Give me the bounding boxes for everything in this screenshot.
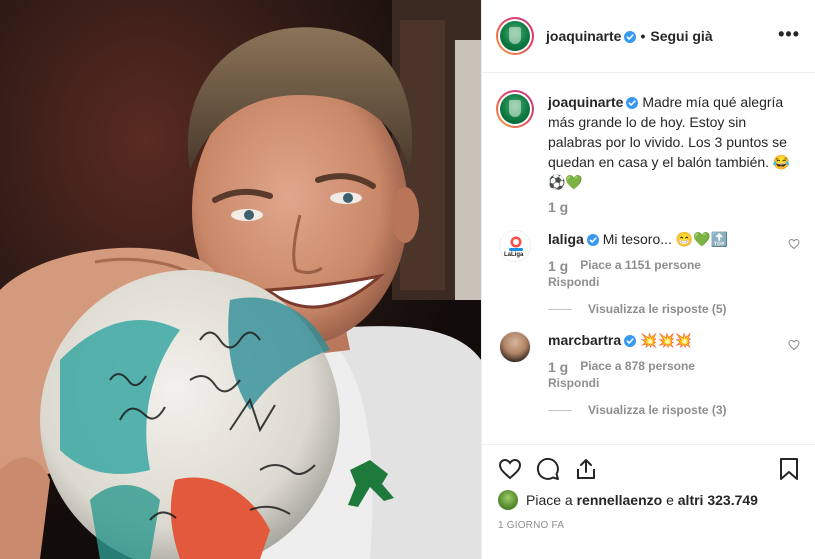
caption-text: joaquinarte Madre mía qué alegría más gr… [548, 92, 798, 192]
like-icon[interactable] [498, 457, 522, 481]
comment-item: LaLiga laliga Mi tesoro... 😁💚🔝 1 g Piace… [496, 230, 800, 316]
header-separator: • [640, 28, 646, 44]
author-username[interactable]: joaquinarte [546, 28, 637, 44]
save-bookmark-icon[interactable] [778, 457, 800, 481]
post-date[interactable]: 1 GIORNO FA [498, 520, 800, 531]
comment-body: marcbartra 💥💥💥 1 g Piace a 878 persone R… [548, 331, 768, 417]
likes-mid: e [666, 492, 674, 508]
laliga-avatar[interactable]: LaLiga [499, 230, 531, 262]
reply-button[interactable]: Rispondi [548, 376, 768, 390]
caption-username[interactable]: joaquinarte [548, 94, 623, 110]
view-replies-button[interactable]: Visualizza le risposte (3) [548, 403, 768, 417]
comment-text: marcbartra 💥💥💥 [548, 331, 768, 349]
marcbartra-avatar[interactable] [499, 331, 531, 363]
liker-avatar[interactable] [498, 490, 518, 510]
selfie-with-ball-image [0, 0, 481, 559]
comment-content: 💥💥💥 [640, 332, 693, 348]
comment-username[interactable]: marcbartra [548, 332, 621, 348]
laliga-avatar-label: LaLiga [504, 252, 524, 258]
comments-section[interactable]: joaquinarte Madre mía qué alegría más gr… [482, 74, 815, 444]
view-replies-button[interactable]: Visualizza le risposte (5) [548, 302, 768, 316]
post-header: joaquinarte • Segui già ••• [482, 0, 815, 73]
view-replies-label: Visualizza le risposte (5) [588, 302, 727, 316]
follow-status-button[interactable]: Segui già [650, 28, 712, 44]
verified-icon [624, 31, 637, 43]
action-icons [498, 445, 800, 493]
share-icon[interactable] [574, 457, 598, 481]
comment-time: 1 g [548, 258, 569, 274]
comment-time: 1 g [548, 359, 569, 375]
comment-content: Mi tesoro... 😁💚🔝 [602, 231, 729, 247]
more-options-icon[interactable]: ••• [778, 25, 800, 43]
comment-meta: 1 g Piace a 1151 persone [548, 258, 768, 274]
view-replies-label: Visualizza le risposte (3) [588, 403, 727, 417]
caption-avatar[interactable] [496, 90, 534, 128]
comment-body: laliga Mi tesoro... 😁💚🔝 1 g Piace a 1151… [548, 230, 768, 316]
comment-like-icon[interactable] [788, 238, 800, 250]
post-photo[interactable] [0, 0, 481, 559]
author-avatar[interactable] [496, 17, 534, 55]
comment-likes-link[interactable]: Piace a 1151 persone [580, 258, 701, 274]
comment-username[interactable]: laliga [548, 231, 584, 247]
likes-prefix: Piace a [526, 492, 573, 508]
likes-summary: Piace a rennellaenzo e altri 323.749 [498, 490, 800, 510]
post-caption: joaquinarte Madre mía qué alegría más gr… [496, 90, 800, 192]
comment-likes-link[interactable]: Piace a 878 persone [580, 359, 695, 375]
liker-username[interactable]: rennellaenzo [577, 492, 663, 508]
comment-like-icon[interactable] [788, 339, 800, 351]
post-sidebar: joaquinarte • Segui già ••• joaquinarte … [481, 0, 815, 559]
comment-text: laliga Mi tesoro... 😁💚🔝 [548, 230, 768, 248]
comment-meta: 1 g Piace a 878 persone [548, 359, 768, 375]
comment-icon[interactable] [536, 457, 560, 481]
likes-others-link[interactable]: altri 323.749 [678, 492, 758, 508]
instagram-post: joaquinarte • Segui già ••• joaquinarte … [0, 0, 815, 559]
verified-icon [624, 335, 637, 347]
reply-button[interactable]: Rispondi [548, 275, 768, 289]
caption-time: 1 g [548, 199, 569, 215]
replies-divider [548, 308, 572, 310]
comment-item: marcbartra 💥💥💥 1 g Piace a 878 persone R… [496, 331, 800, 417]
post-actions: Piace a rennellaenzo e altri 323.749 1 G… [482, 444, 815, 559]
verified-icon [586, 234, 599, 246]
verified-icon [626, 97, 639, 109]
replies-divider [548, 409, 572, 411]
